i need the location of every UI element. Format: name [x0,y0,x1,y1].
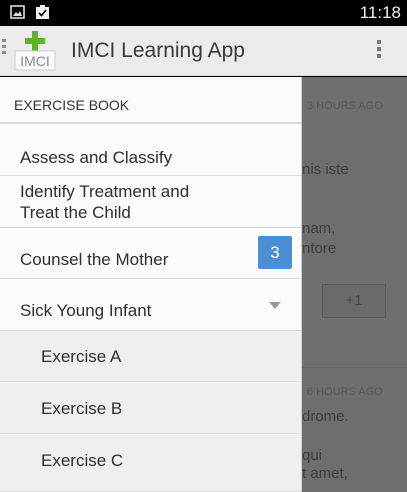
feed-timestamp: 3 HOURS AGO [307,100,383,112]
drawer-item-assess-and-classify[interactable]: Assess and Classify [0,126,301,176]
count-badge: 3 [258,236,292,269]
drawer-subitem-exercise-b[interactable]: Exercise B [0,383,301,434]
drawer-subitem-exercise-a[interactable]: Exercise A [0,331,301,382]
drawer-item-label: Counsel the Mother [20,250,169,269]
feed-divider [300,367,407,368]
drawer-item-label: Sick Young Infant [20,301,152,320]
more-vert-icon[interactable] [375,40,383,62]
image-icon [10,5,25,19]
drawer-subitem-label: Exercise A [41,347,122,366]
drawer-subitem-label: Exercise C [41,451,124,470]
drawer-header: EXERCISE BOOK [0,77,301,124]
feed-text: ntore [302,240,337,257]
app-title: IMCI Learning App [71,39,245,62]
drawer-item-identify-treatment[interactable]: Identify Treatment and Treat the Child [0,176,301,228]
feed-text: drome. [302,408,349,425]
feed-timestamp: 6 HOURS AGO [307,386,383,398]
drawer-subitem-exercise-c[interactable]: Exercise C [0,435,301,492]
drawer-item-label: Identify Treatment and Treat the Child [20,182,190,222]
plus-one-button[interactable]: +1 [322,284,386,318]
feed-text: nam, [302,220,336,237]
status-time: 11:18 [359,3,401,22]
drawer-subitem-label: Exercise B [41,399,123,418]
drawer-header-title: EXERCISE BOOK [14,97,130,113]
feed-text: nis iste [302,161,349,178]
app-bar: IMCI IMCI Learning App [0,26,407,76]
drawer-item-counsel-the-mother[interactable]: Counsel the Mother 3 [0,228,301,279]
feed-text: qui [302,447,323,464]
app-logo[interactable]: IMCI [12,29,58,73]
feed-text: t amet, [302,465,348,482]
clipboard-check-icon [36,5,49,19]
navigation-drawer: EXERCISE BOOK Assess and Classify Identi… [0,77,302,492]
chevron-down-icon[interactable] [269,302,281,309]
drawer-indicator-icon[interactable] [2,39,8,61]
drawer-item-sick-young-infant[interactable]: Sick Young Infant [0,279,301,331]
status-bar: 11:18 [0,0,407,26]
logo-text: IMCI [20,53,50,69]
drawer-item-label: Assess and Classify [20,148,173,167]
